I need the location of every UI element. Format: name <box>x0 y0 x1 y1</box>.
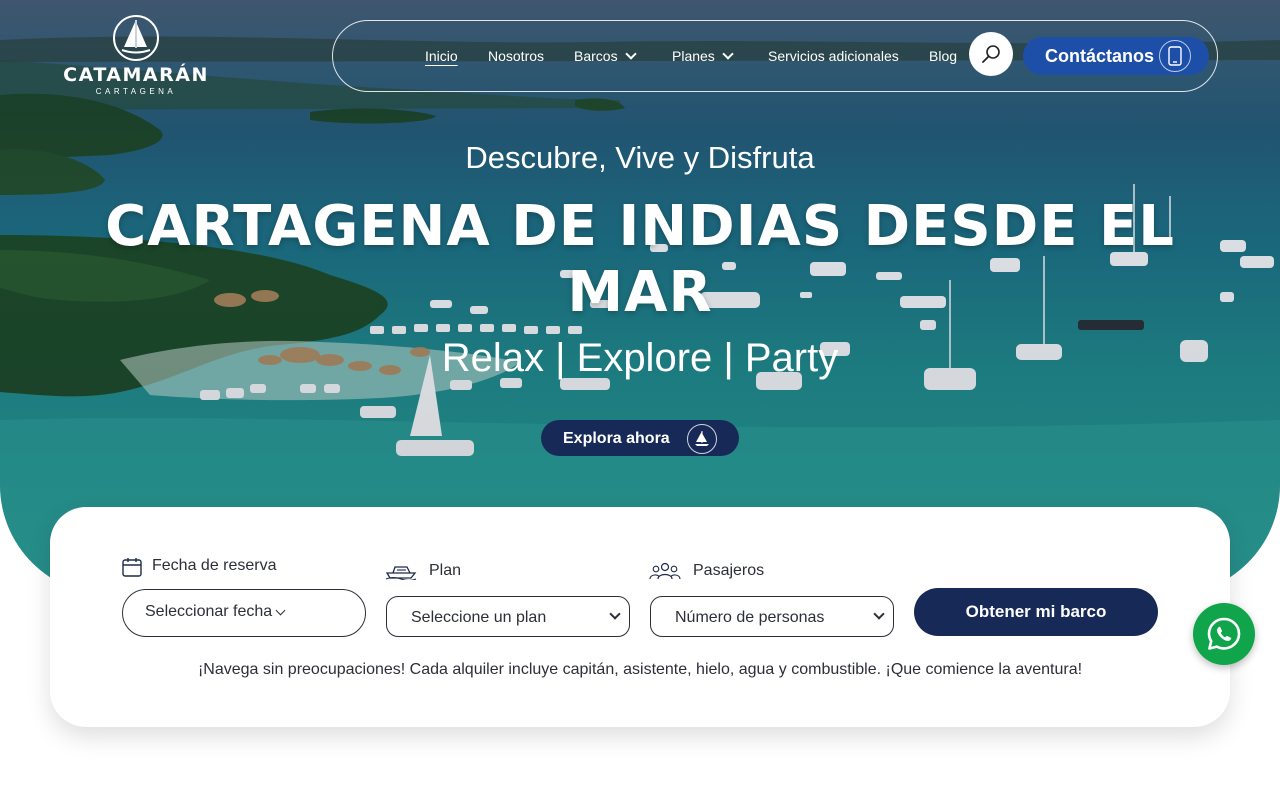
nav-item-blog[interactable]: Blog <box>929 48 957 64</box>
explore-now-button[interactable]: Explora ahora <box>541 420 739 456</box>
date-label: Fecha de reserva <box>152 557 277 574</box>
brand-logo[interactable]: CATAMARÁN CARTAGENA <box>58 14 214 98</box>
main-nav: Inicio Nosotros Barcos Planes Servicios … <box>332 20 1218 92</box>
chevron-down-icon <box>722 48 734 60</box>
chevron-down-icon <box>609 608 621 620</box>
chevron-down-icon <box>275 605 286 616</box>
phone-icon <box>1159 40 1191 72</box>
nav-item-servicios[interactable]: Servicios adicionales <box>768 48 899 64</box>
whatsapp-button[interactable] <box>1193 603 1255 665</box>
nav-item-label: Planes <box>672 48 715 64</box>
plan-label: Plan <box>429 562 462 579</box>
date-picker[interactable]: Seleccionar fecha <box>122 589 366 637</box>
contact-button[interactable]: Contáctanos <box>1023 37 1209 75</box>
search-button[interactable] <box>969 32 1013 76</box>
get-boat-button[interactable]: Obtener mi barco <box>914 588 1158 636</box>
hero-tagline: Descubre, Vive y Disfruta <box>465 140 815 175</box>
sailboat-icon <box>687 424 717 454</box>
plan-select-value: Seleccione un plan <box>411 609 547 626</box>
nav-item-inicio[interactable]: Inicio <box>425 48 458 64</box>
passengers-select[interactable]: Número de personas <box>650 596 894 637</box>
whatsapp-icon <box>1207 617 1241 650</box>
nav-item-nosotros[interactable]: Nosotros <box>488 48 544 64</box>
calendar-icon <box>122 558 142 577</box>
explore-button-label: Explora ahora <box>563 430 670 447</box>
hero-subline: Relax | Explore | Party <box>441 336 839 380</box>
plan-select[interactable]: Seleccione un plan <box>386 596 630 637</box>
contact-button-label: Contáctanos <box>1045 46 1155 66</box>
search-icon <box>982 45 1000 63</box>
nav-item-label: Barcos <box>574 48 618 64</box>
passengers-label: Pasajeros <box>693 562 765 579</box>
date-picker-value: Seleccionar fecha <box>145 603 273 620</box>
passengers-select-value: Número de personas <box>675 609 825 626</box>
booking-note: ¡Navega sin preocupaciones! Cada alquile… <box>197 661 1083 678</box>
booking-card: Fecha de reserva Seleccionar fecha Plan … <box>50 507 1230 727</box>
sailboat-logo-icon <box>113 15 159 61</box>
boat-icon <box>385 566 417 580</box>
people-icon <box>649 562 681 580</box>
chevron-down-icon <box>624 48 637 60</box>
nav-item-planes[interactable]: Planes <box>672 48 734 64</box>
hero-headline: CARTAGENA DE INDIAS DESDE EL MAR <box>105 194 1175 325</box>
brand-name: CATAMARÁN <box>63 64 209 86</box>
brand-tagline: CARTAGENA <box>95 87 177 96</box>
chevron-down-icon <box>873 608 885 620</box>
nav-item-barcos[interactable]: Barcos <box>574 48 637 64</box>
